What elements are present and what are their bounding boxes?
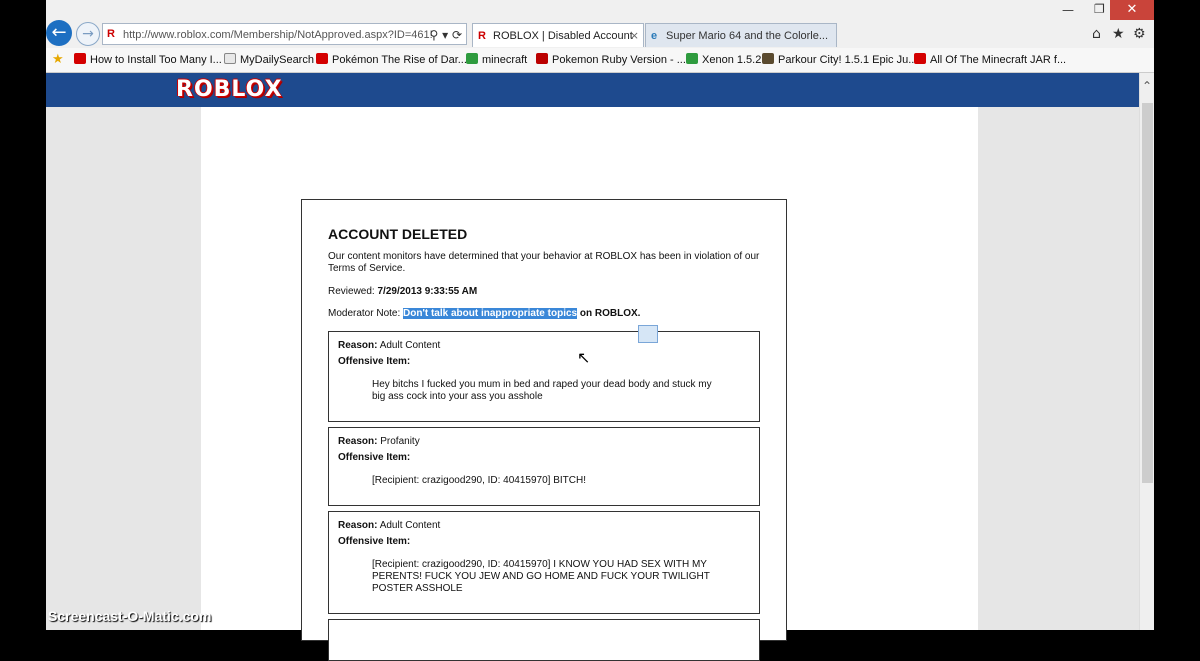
tab-mario[interactable]: e Super Mario 64 and the Colorle... [645,23,837,47]
youtube-icon [914,53,926,64]
favorites-bar: ★ How to Install Too Many I... MyDailySe… [46,48,1154,73]
youtube-icon [74,53,86,64]
watermark: Screencast-O-Matic.com [48,608,212,624]
favorites-star-icon[interactable]: ★ [1112,26,1125,42]
selection-accelerator-icon[interactable] [638,325,658,343]
offensive-text: [Recipient: crazigood290, ID: 40415970] … [372,559,710,594]
window-close-button[interactable]: ✕ [1110,0,1154,20]
reviewed-line: Reviewed: 7/29/2013 9:33:55 AM [328,286,478,297]
account-notice: ACCOUNT DELETED Our content monitors hav… [301,199,787,661]
back-button[interactable]: ← [46,20,72,46]
download-icon [686,53,698,64]
favorite-link[interactable]: MyDailySearch [224,53,314,66]
selected-text: Don't talk about inappropriate topics [403,308,578,319]
address-bar[interactable]: R http://www.roblox.com/Membership/NotAp… [102,23,467,45]
vertical-scrollbar[interactable]: ⌃ [1139,73,1154,630]
address-controls[interactable]: ⚲ ▾ ⟳ [430,24,463,44]
youtube-icon [316,53,328,64]
roblox-header: ROBLOX [46,73,1139,107]
mouse-cursor-icon: ↖ [577,348,591,367]
moderator-note: Moderator Note: Don't talk about inappro… [328,308,641,319]
tab-roblox[interactable]: R ROBLOX | Disabled Account × [472,23,644,47]
browser-toolbar: ← → R http://www.roblox.com/Membership/N… [46,0,1154,48]
favorite-link[interactable]: Xenon 1.5.2 [686,53,761,66]
tab-label: Super Mario 64 and the Colorle... [666,30,829,42]
favorite-link[interactable]: Pokemon Ruby Version - ... [536,53,686,66]
favorite-link[interactable]: All Of The Minecraft JAR f... [914,53,1066,66]
offensive-text: [Recipient: crazigood290, ID: 40415970] … [372,475,587,486]
notice-message: Our content monitors have determined tha… [328,251,760,274]
favorite-link[interactable]: minecraft [466,53,527,66]
favorite-link[interactable]: Parkour City! 1.5.1 Epic Ju... [762,53,917,66]
forward-button[interactable]: → [76,22,100,46]
pokeball-icon [536,53,548,64]
roblox-favicon-icon: R [107,28,115,40]
settings-gear-icon[interactable]: ⚙ [1133,26,1146,42]
add-favorite-icon[interactable]: ★ [52,52,64,67]
violation-item [328,619,760,661]
page-icon [224,53,236,64]
notice-title: ACCOUNT DELETED [328,226,468,242]
scroll-up-icon[interactable]: ⌃ [1142,79,1152,93]
ie-favicon-icon: e [651,30,658,42]
roblox-logo[interactable]: ROBLOX [176,77,283,102]
scroll-thumb[interactable] [1142,103,1153,483]
tab-close-icon[interactable]: × [630,24,639,47]
violation-item: Reason: Profanity Offensive Item: [Recip… [328,427,760,506]
download-icon [466,53,478,64]
home-icon[interactable]: ⌂ [1092,26,1101,42]
minecraft-icon [762,53,774,64]
offensive-text: Hey bitchs I fucked you mum in bed and r… [372,379,712,402]
minimize-icon[interactable]: — [1062,3,1074,17]
restore-icon[interactable]: ❐ [1094,2,1105,16]
favorite-link[interactable]: Pokémon The Rise of Dar... [316,53,467,66]
roblox-favicon-icon: R [478,30,486,42]
tab-label: ROBLOX | Disabled Account [493,30,633,42]
favorite-link[interactable]: How to Install Too Many I... [74,53,222,66]
violation-item: Reason: Adult Content Offensive Item: He… [328,331,760,422]
url-text: http://www.roblox.com/Membership/NotAppr… [123,29,433,41]
violation-item: Reason: Adult Content Offensive Item: [R… [328,511,760,614]
